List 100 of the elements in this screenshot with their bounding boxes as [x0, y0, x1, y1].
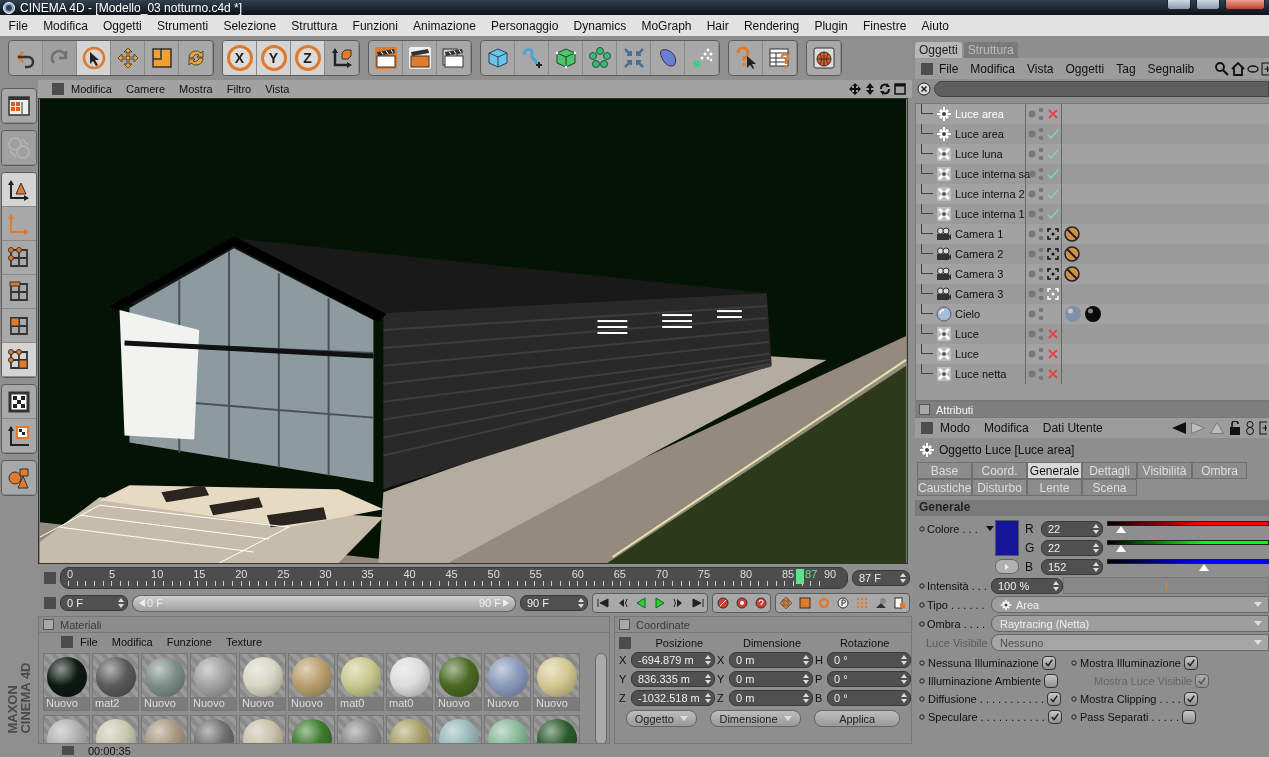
panel-checkbox[interactable]	[43, 619, 54, 630]
object-name[interactable]: Luce	[955, 348, 979, 360]
object-name[interactable]: Luce interna 2	[955, 188, 1025, 200]
object-mode-button[interactable]	[2, 173, 36, 207]
spinner-arrows-icon[interactable]	[900, 573, 906, 583]
grip-handle[interactable]	[61, 636, 73, 648]
object-name[interactable]: Camera 3	[955, 288, 1004, 300]
menu-item[interactable]: Modifica	[64, 83, 119, 95]
scale-square-icon[interactable]	[798, 597, 811, 609]
spinner-arrows-icon[interactable]	[705, 693, 711, 703]
check-icon[interactable]	[1046, 207, 1060, 221]
scrollbar[interactable]	[595, 653, 607, 743]
apply-button[interactable]: Applica	[814, 710, 901, 727]
grip-handle[interactable]	[921, 422, 933, 434]
check-icon[interactable]	[1046, 187, 1060, 201]
position-field[interactable]: -694.879 m	[631, 652, 715, 668]
visibility-dots-icon[interactable]	[1028, 226, 1044, 242]
menu-item[interactable]: Strumenti	[149, 18, 216, 33]
visibility-dots-icon[interactable]	[1028, 186, 1044, 202]
menu-item[interactable]: MoGraph	[633, 18, 700, 33]
menu-item[interactable]: Modo	[933, 421, 978, 435]
menu-item[interactable]: Animazione	[405, 18, 484, 33]
rotate-view-icon[interactable]	[879, 83, 891, 95]
rotation-field[interactable]: 0 °	[827, 652, 911, 668]
menu-item[interactable]: Modifica	[964, 61, 1022, 76]
menu-item[interactable]: Oggetti	[95, 18, 150, 33]
playhead-marker[interactable]	[796, 569, 804, 584]
record-key-icon[interactable]	[716, 597, 729, 609]
channel-field[interactable]: 152	[1041, 558, 1103, 575]
timeline-ruler[interactable]: 0 5 10 15 20 25 30 35 40 45 50 55 60 65 70 75 80 85 87 90	[60, 567, 848, 589]
play-backward-icon[interactable]	[634, 597, 647, 609]
menu-item[interactable]: Dati Utente	[1035, 421, 1110, 435]
menu-item[interactable]: Dynamics	[566, 18, 634, 33]
keyframe-dot-icon[interactable]	[919, 660, 925, 666]
visibility-dots-icon[interactable]	[1028, 286, 1044, 302]
select-tool-button[interactable]	[77, 41, 111, 75]
checkbox[interactable]	[1044, 674, 1059, 688]
menu-item[interactable]: Mostra	[172, 83, 220, 95]
spinner-arrows-icon[interactable]	[705, 674, 711, 684]
menu-item[interactable]: Modifica	[104, 636, 160, 648]
position-field[interactable]: -1032.518 m	[631, 690, 715, 706]
menu-item[interactable]: Struttura	[283, 18, 345, 33]
menu-item[interactable]: Personaggio	[483, 18, 566, 33]
spinner-arrows-icon[interactable]	[1093, 542, 1099, 553]
check-icon[interactable]	[1046, 167, 1060, 181]
spinner-arrows-icon[interactable]	[901, 674, 907, 684]
spinner-arrows-icon[interactable]	[1053, 580, 1059, 591]
rotation-field[interactable]: 0 °	[827, 671, 911, 687]
keyframe-dot-icon[interactable]	[919, 582, 925, 589]
menu-item[interactable]: Finestre	[855, 18, 914, 33]
menu-item[interactable]: File	[933, 61, 965, 76]
menu-item[interactable]: Rendering	[736, 18, 807, 33]
key-path-icon[interactable]	[874, 597, 887, 609]
color-swatch[interactable]	[995, 520, 1019, 556]
caret-icon[interactable]	[985, 526, 994, 531]
coordinate-mode-dropdown[interactable]: Oggetto	[625, 710, 697, 727]
grip-handle[interactable]	[921, 62, 933, 75]
keyframe-dot-icon[interactable]	[1071, 660, 1077, 666]
key-help-icon[interactable]	[754, 597, 767, 609]
back-arrow-icon[interactable]	[1172, 422, 1186, 434]
color-slider[interactable]	[1107, 540, 1269, 554]
start-frame-field[interactable]: 0 F	[60, 595, 128, 611]
menu-item[interactable]: Plugin	[806, 18, 856, 33]
panel-checkbox[interactable]	[919, 404, 930, 415]
target-icon[interactable]	[1046, 247, 1060, 261]
checkbox[interactable]	[1047, 710, 1062, 724]
checkbox[interactable]	[1046, 692, 1061, 706]
check-icon[interactable]	[1046, 147, 1060, 161]
spinner-arrows-icon[interactable]	[803, 693, 809, 703]
menu-item[interactable]: Vista	[1021, 61, 1060, 76]
menu-item[interactable]: Segnalib	[1141, 61, 1201, 76]
menu-item[interactable]: Funzione	[159, 636, 219, 648]
visibility-dots-icon[interactable]	[1028, 146, 1044, 162]
expand-button[interactable]	[995, 559, 1019, 574]
frame-field[interactable]: 87 F	[852, 570, 910, 586]
attribute-tab[interactable]: Generale	[1027, 462, 1082, 479]
menu-item[interactable]: Vista	[258, 83, 297, 95]
slider-marker[interactable]	[1166, 582, 1167, 589]
menu-item[interactable]: Camere	[118, 83, 173, 95]
menu-item[interactable]: Texture	[218, 636, 270, 648]
size-mode-dropdown[interactable]: Dimensione	[710, 710, 801, 727]
grip-handle[interactable]	[62, 746, 74, 755]
panel-checkbox[interactable]	[619, 619, 630, 630]
visibility-dots-icon[interactable]	[1028, 326, 1044, 342]
target-icon[interactable]	[1046, 267, 1060, 281]
search-field[interactable]	[934, 81, 1269, 97]
clear-search-icon[interactable]	[917, 82, 931, 96]
move-arrows-icon[interactable]	[779, 597, 792, 609]
spinner-arrows-icon[interactable]	[901, 693, 907, 703]
menu-item[interactable]: Modifica	[35, 18, 96, 33]
grip-handle[interactable]	[44, 597, 56, 609]
keyframe-dot-icon[interactable]	[1071, 714, 1077, 720]
visibility-dots-icon[interactable]	[1028, 266, 1044, 282]
check-icon[interactable]	[1046, 127, 1060, 141]
object-name[interactable]: Cielo	[955, 308, 981, 320]
intensity-slider[interactable]	[1063, 577, 1269, 594]
object-name[interactable]: Luce luna	[955, 148, 1003, 160]
checkbox[interactable]	[1182, 710, 1197, 724]
keyframe-dot-icon[interactable]	[1071, 696, 1077, 702]
spinner-arrows-icon[interactable]	[1093, 561, 1099, 572]
